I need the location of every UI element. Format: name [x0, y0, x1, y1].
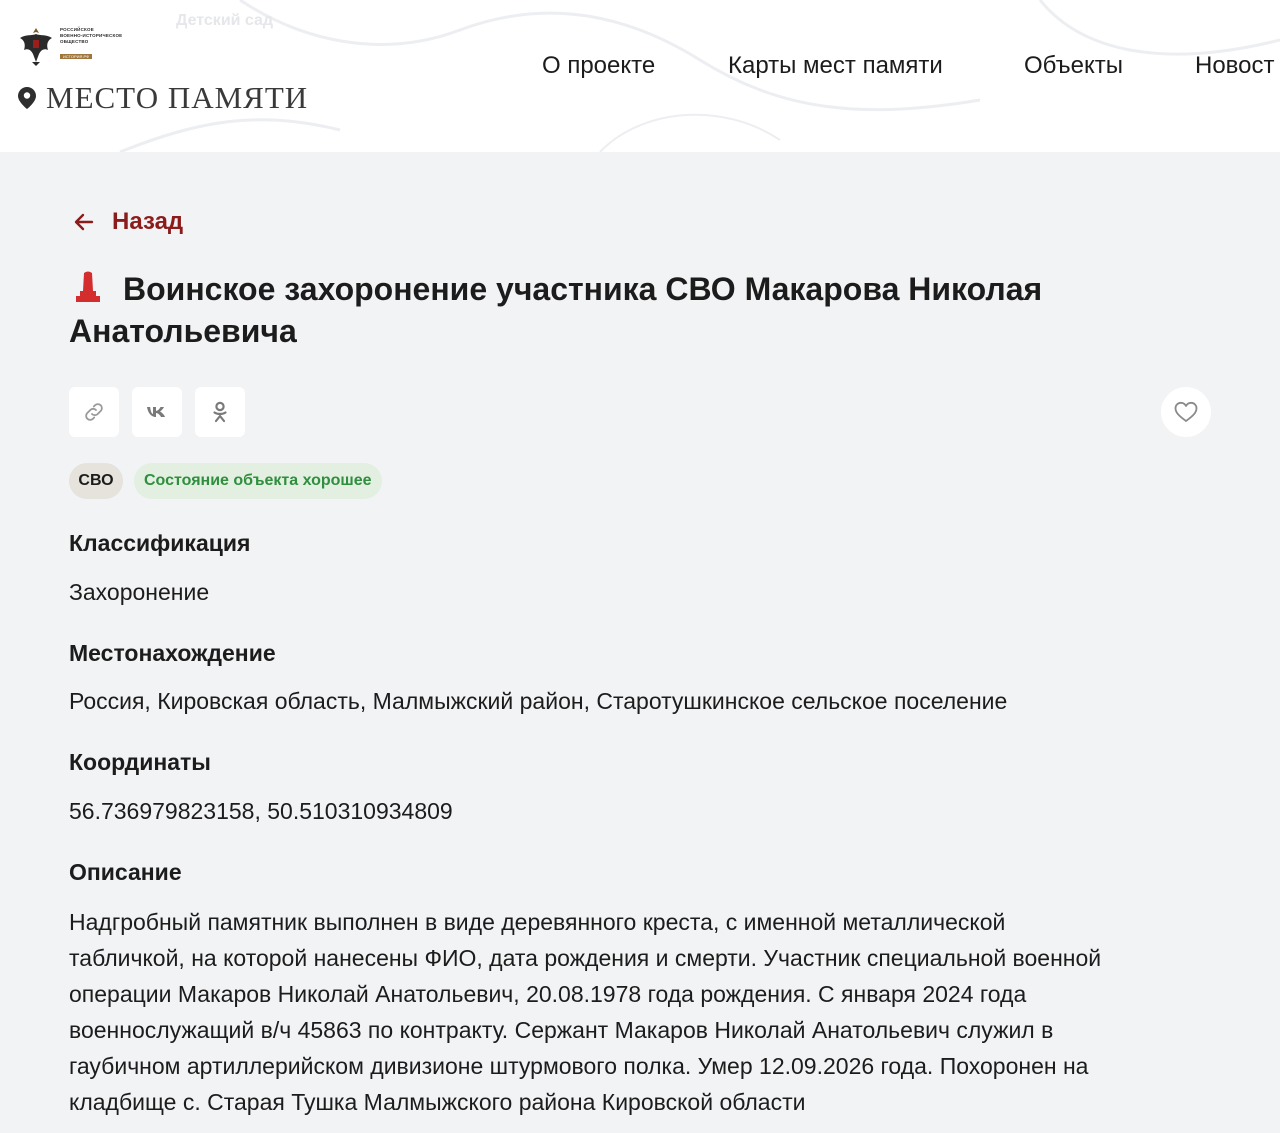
map-pin-icon	[18, 87, 36, 109]
status-badge: Состояние объекта хорошее	[134, 463, 382, 499]
site-name: МЕСТО ПАМЯТИ	[46, 80, 309, 115]
nav-item-about[interactable]: О проекте	[542, 52, 655, 80]
description-label: Описание	[69, 859, 182, 885]
map-label: Детский сад	[176, 12, 274, 29]
link-icon	[85, 403, 103, 421]
copy-link-button[interactable]	[69, 387, 119, 437]
description-line: операции Макаров Николай Анатольевич, 20…	[69, 981, 1027, 1007]
back-link[interactable]: Назад	[74, 208, 183, 236]
nav-item-maps[interactable]: Карты мест памяти	[728, 52, 943, 80]
coordinates-value: 56.736979823158, 50.510310934809	[69, 798, 453, 824]
arrow-left-icon	[74, 213, 94, 231]
vk-icon	[147, 407, 165, 417]
classification-value: Захоронение	[69, 579, 210, 605]
description-line: гаубичном артиллерийском дивизионе штурм…	[69, 1053, 1089, 1079]
tag-list: СВО Состояние объекта хорошее	[69, 463, 382, 499]
nav-item-news[interactable]: Новост	[1195, 52, 1275, 80]
description-text: Надгробный памятник выполнен в виде дере…	[69, 904, 1219, 1120]
main-nav: О проекте Карты мест памяти Объекты Ново…	[0, 52, 1280, 84]
classification-label: Классификация	[69, 530, 251, 556]
share-vk-button[interactable]	[132, 387, 182, 437]
page-title: Воинское захоронение участника СВО Макар…	[69, 268, 1169, 352]
org-line: ОБЩЕСТВО	[60, 39, 89, 44]
location-value: Россия, Кировская область, Малмыжский ра…	[69, 688, 1008, 714]
site-logo[interactable]: МЕСТО ПАМЯТИ	[18, 80, 308, 116]
description-line: табличкой, на которой нанесены ФИО, дата…	[69, 945, 1102, 971]
title-text: Воинское захоронение участника СВО Макар…	[69, 271, 1043, 349]
location-label: Местонахождение	[69, 640, 276, 666]
category-tag[interactable]: СВО	[69, 463, 123, 499]
description-line: Надгробный памятник выполнен в виде дере…	[69, 909, 1006, 935]
description-line: военнослужащий в/ч 45863 по контракту. С…	[69, 1017, 1054, 1043]
site-header: Детский сад РОССИЙСКОЕ ВОЕННО-ИСТОРИЧЕСК…	[0, 0, 1280, 152]
heart-icon	[1174, 401, 1198, 422]
nav-item-objects[interactable]: Объекты	[1024, 52, 1123, 80]
back-label: Назад	[112, 208, 184, 235]
ok-icon	[213, 401, 227, 423]
share-buttons	[69, 387, 245, 437]
description-line: кладбище с. Старая Тушка Малмыжского рай…	[69, 1089, 806, 1115]
coordinates-label: Координаты	[69, 749, 211, 775]
share-ok-button[interactable]	[195, 387, 245, 437]
monument-icon	[76, 271, 100, 302]
favorite-button[interactable]	[1161, 387, 1211, 437]
